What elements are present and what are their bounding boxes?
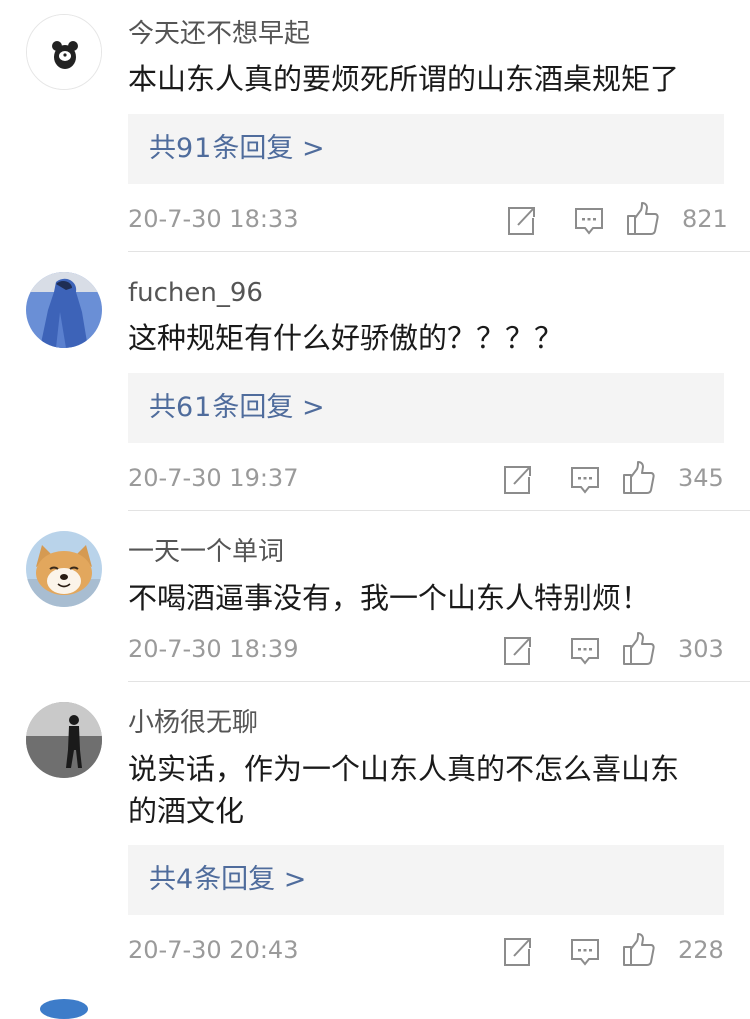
bear-avatar-icon[interactable] <box>26 14 102 90</box>
comment-item: 小杨很无聊 说实话，作为一个山东人真的不怎么喜山东 的酒文化 共4条回复 > 2… <box>0 682 750 992</box>
blue-figure-avatar-icon[interactable] <box>26 272 102 348</box>
comment-text: 这种规矩有什么好骄傲的？？？？ <box>128 321 564 355</box>
comment-timestamp: 20-7-30 20:43 <box>128 936 299 964</box>
comment-item: 今天还不想早起 本山东人真的要烦死所谓的山东酒桌规矩了 共91条回复 > 20-… <box>0 0 750 252</box>
replies-suffix: 条回复 > <box>212 392 325 423</box>
comment-actions: 821 <box>500 200 750 240</box>
replies-suffix: 条回复 > <box>194 864 307 895</box>
comment-actions: 303 <box>500 630 750 670</box>
share-icon[interactable] <box>506 200 536 238</box>
username[interactable]: 一天一个单词 <box>128 535 284 569</box>
like-count: 345 <box>678 464 724 492</box>
comment-text-line: 说实话，作为一个山东人真的不怎么喜山东 <box>128 752 680 786</box>
share-icon[interactable] <box>502 931 532 969</box>
comment-item: 一天一个单词 不喝酒逼事没有，我一个山东人特别烦！ 20-7-30 18:39 … <box>0 511 750 682</box>
username[interactable]: 小杨很无聊 <box>128 706 258 740</box>
comment-text-line: 的酒文化 <box>128 794 245 828</box>
comment-icon[interactable] <box>570 459 600 497</box>
share-icon[interactable] <box>502 630 532 668</box>
like-count: 228 <box>678 936 724 964</box>
replies-suffix: 条回复 > <box>212 133 325 164</box>
like-count: 821 <box>682 205 728 233</box>
thumbs-up-icon[interactable] <box>622 931 656 969</box>
view-replies-button[interactable]: 共4条回复 > <box>128 845 724 915</box>
shiba-dog-avatar-icon[interactable] <box>26 531 102 607</box>
view-replies-button[interactable]: 共61条回复 > <box>128 373 724 443</box>
replies-count: 61 <box>176 392 213 423</box>
share-icon[interactable] <box>502 459 532 497</box>
comment-text: 不喝酒逼事没有，我一个山东人特别烦！ <box>128 581 651 615</box>
replies-prefix: 共 <box>149 133 176 164</box>
like-count: 303 <box>678 635 724 663</box>
comment-icon[interactable] <box>570 931 600 969</box>
comment-text: 本山东人真的要烦死所谓的山东酒桌规矩了 <box>128 62 680 96</box>
thumbs-up-icon[interactable] <box>622 459 656 497</box>
username[interactable]: 今天还不想早起 <box>128 17 310 51</box>
comment-actions: 228 <box>500 931 750 971</box>
comment-item: fuchen_96 这种规矩有什么好骄傲的？？？？ 共61条回复 > 20-7-… <box>0 252 750 511</box>
comment-icon[interactable] <box>574 200 604 238</box>
comment-actions: 345 <box>500 459 750 499</box>
thumbs-up-icon[interactable] <box>622 630 656 668</box>
person-standing-avatar-icon[interactable] <box>26 702 102 778</box>
replies-prefix: 共 <box>149 864 176 895</box>
comment-text: 说实话，作为一个山东人真的不怎么喜山东 的酒文化 <box>128 748 728 832</box>
username[interactable]: fuchen_96 <box>128 276 263 310</box>
replies-prefix: 共 <box>149 392 176 423</box>
comment-timestamp: 20-7-30 19:37 <box>128 464 299 492</box>
comment-icon[interactable] <box>570 630 600 668</box>
next-comment-avatar-icon[interactable] <box>40 999 88 1019</box>
replies-count: 4 <box>176 864 195 895</box>
comment-timestamp: 20-7-30 18:33 <box>128 205 299 233</box>
replies-count: 91 <box>176 133 213 164</box>
view-replies-button[interactable]: 共91条回复 > <box>128 114 724 184</box>
thumbs-up-icon[interactable] <box>626 200 660 238</box>
comment-timestamp: 20-7-30 18:39 <box>128 635 299 663</box>
